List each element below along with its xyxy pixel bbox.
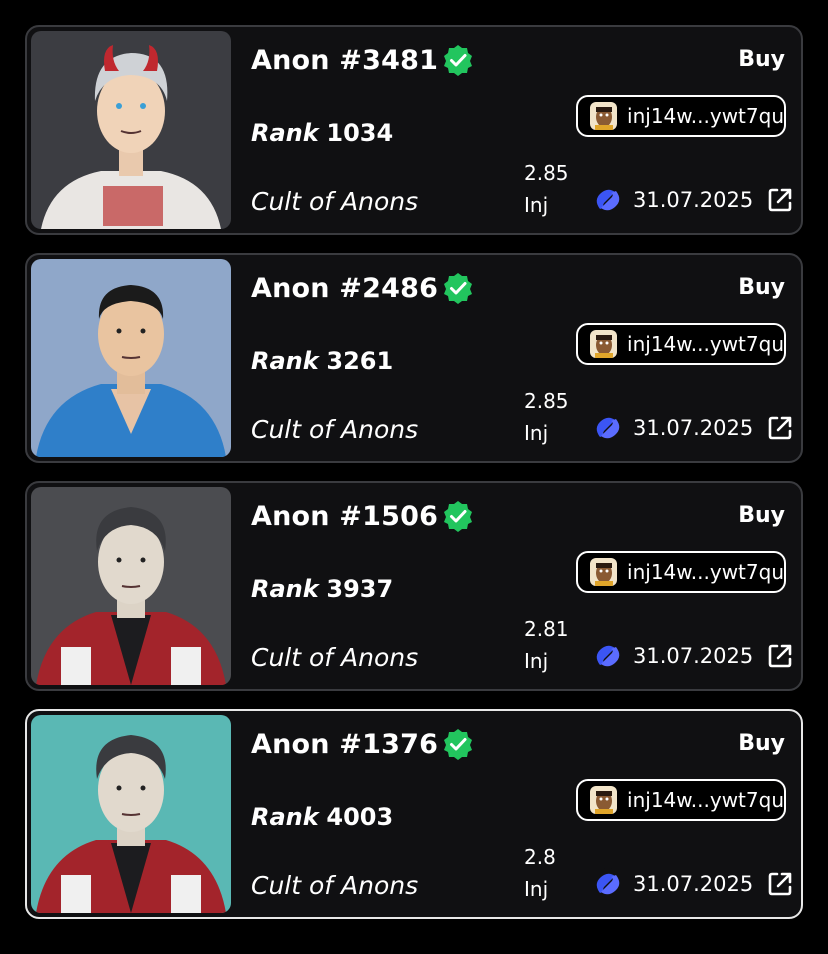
rank-value: 3261 xyxy=(326,347,394,375)
listing-date: 31.07.2025 xyxy=(633,644,754,668)
listing-date: 31.07.2025 xyxy=(633,872,754,896)
buy-button[interactable]: Buy xyxy=(738,47,785,72)
rank: Rank 4003 xyxy=(251,803,393,831)
rank-label: Rank xyxy=(251,119,319,147)
price-currency: Inj xyxy=(524,877,549,901)
owner-address-chip[interactable]: inj14w...ywt7qu xyxy=(576,551,786,593)
nft-image[interactable] xyxy=(31,715,231,913)
owner-avatar xyxy=(590,102,618,130)
listing-card[interactable]: Anon #2486 Buy inj14w...ywt7qu Rank 3261… xyxy=(25,253,803,463)
listing-card[interactable]: Anon #1376 Buy inj14w...ywt7qu Rank 4003… xyxy=(25,709,803,919)
buy-button[interactable]: Buy xyxy=(738,503,785,528)
price-currency: Inj xyxy=(524,193,549,217)
price-value: 2.85 xyxy=(524,389,569,413)
listing-card[interactable]: Anon #1506 Buy inj14w...ywt7qu Rank 3937… xyxy=(25,481,803,691)
price: 2.85 Inj xyxy=(524,157,569,221)
nft-image[interactable] xyxy=(31,487,231,685)
buy-button[interactable]: Buy xyxy=(738,275,785,300)
owner-avatar xyxy=(590,558,618,586)
external-link-icon[interactable] xyxy=(765,185,795,215)
rank-value: 1034 xyxy=(326,119,394,147)
collection-name[interactable]: Cult of Anons xyxy=(251,871,418,900)
collection-name[interactable]: Cult of Anons xyxy=(251,187,418,216)
nft-image[interactable] xyxy=(31,31,231,229)
external-link-icon[interactable] xyxy=(765,641,795,671)
price-value: 2.81 xyxy=(524,617,569,641)
price: 2.85 Inj xyxy=(524,385,569,449)
verified-badge-icon xyxy=(444,273,473,304)
nft-name[interactable]: Anon #3481 xyxy=(251,45,438,76)
listing-date: 31.07.2025 xyxy=(633,188,754,212)
price: 2.81 Inj xyxy=(524,613,569,677)
rank-value: 4003 xyxy=(326,803,394,831)
verified-badge-icon xyxy=(444,45,473,76)
external-link-icon[interactable] xyxy=(765,869,795,899)
price: 2.8 Inj xyxy=(524,841,556,905)
owner-address-chip[interactable]: inj14w...ywt7qu xyxy=(576,323,786,365)
rank-label: Rank xyxy=(251,575,319,603)
owner-address-chip[interactable]: inj14w...ywt7qu xyxy=(576,95,786,137)
collection-name[interactable]: Cult of Anons xyxy=(251,643,418,672)
owner-address: inj14w...ywt7qu xyxy=(627,560,784,584)
rank: Rank 3937 xyxy=(251,575,393,603)
nft-image[interactable] xyxy=(31,259,231,457)
price-value: 2.85 xyxy=(524,161,569,185)
owner-address: inj14w...ywt7qu xyxy=(627,788,784,812)
injective-logo-icon xyxy=(592,184,624,216)
injective-logo-icon xyxy=(592,868,624,900)
rank-label: Rank xyxy=(251,347,319,375)
price-currency: Inj xyxy=(524,649,549,673)
price-value: 2.8 xyxy=(524,845,556,869)
owner-avatar xyxy=(590,330,618,358)
rank: Rank 1034 xyxy=(251,119,393,147)
nft-name[interactable]: Anon #1376 xyxy=(251,729,438,760)
external-link-icon[interactable] xyxy=(765,413,795,443)
verified-badge-icon xyxy=(444,501,473,532)
buy-button[interactable]: Buy xyxy=(738,731,785,756)
collection-name[interactable]: Cult of Anons xyxy=(251,415,418,444)
verified-badge-icon xyxy=(444,729,473,760)
injective-logo-icon xyxy=(592,640,624,672)
listing-card[interactable]: Anon #3481 Buy inj14w...ywt7qu Rank 1034… xyxy=(25,25,803,235)
injective-logo-icon xyxy=(592,412,624,444)
listing-date: 31.07.2025 xyxy=(633,416,754,440)
owner-avatar xyxy=(590,786,618,814)
nft-name[interactable]: Anon #1506 xyxy=(251,501,438,532)
rank-value: 3937 xyxy=(326,575,394,603)
owner-address: inj14w...ywt7qu xyxy=(627,104,784,128)
price-currency: Inj xyxy=(524,421,549,445)
nft-name[interactable]: Anon #2486 xyxy=(251,273,438,304)
rank: Rank 3261 xyxy=(251,347,393,375)
owner-address: inj14w...ywt7qu xyxy=(627,332,784,356)
owner-address-chip[interactable]: inj14w...ywt7qu xyxy=(576,779,786,821)
rank-label: Rank xyxy=(251,803,319,831)
